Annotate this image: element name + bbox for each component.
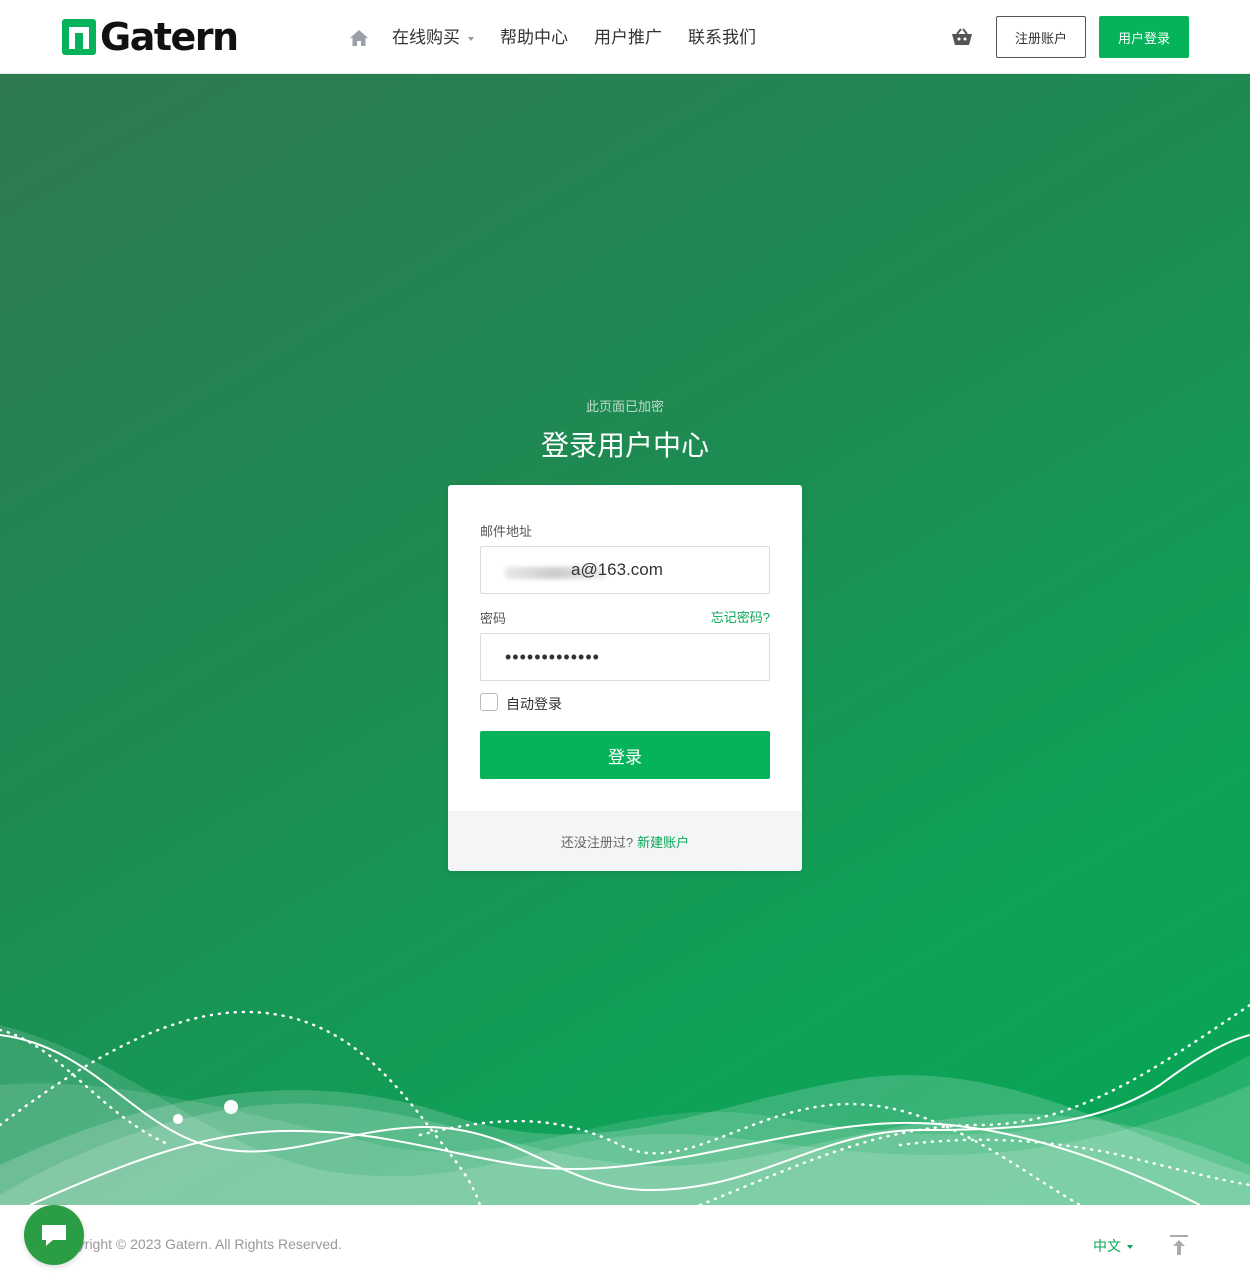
chat-bubble-icon xyxy=(42,1225,66,1246)
create-account-link[interactable]: 新建账户 xyxy=(637,832,689,851)
site-header: Gatern 在线购买 帮助中心 用户推广 联系我们 注册账户 用户登录 xyxy=(0,0,1250,74)
copyright-text: pyright © 2023 Gatern. All Rights Reserv… xyxy=(70,1236,342,1252)
main-nav: 在线购买 帮助中心 用户推广 联系我们 xyxy=(348,24,782,52)
forgot-password-link[interactable]: 忘记密码? xyxy=(711,607,770,626)
hero-section: 此页面已加密 登录用户中心 邮件地址 a@163.com 密码 忘记密码? ••… xyxy=(0,74,1250,1205)
nav-item-contact[interactable]: 联系我们 xyxy=(688,24,756,52)
gatern-logo[interactable]: Gatern xyxy=(62,15,239,59)
register-button[interactable]: 注册账户 xyxy=(996,16,1086,58)
language-label: 中文 xyxy=(1093,1238,1121,1254)
email-field[interactable]: a@163.com xyxy=(480,546,770,594)
email-value: a@163.com xyxy=(571,560,663,579)
site-footer: pyright © 2023 Gatern. All Rights Reserv… xyxy=(0,1205,1250,1284)
home-icon[interactable] xyxy=(348,27,370,49)
nav-item-promotion[interactable]: 用户推广 xyxy=(594,24,662,52)
logo-mark-icon xyxy=(62,19,96,55)
password-label: 密码 xyxy=(480,611,507,626)
nav-item-help[interactable]: 帮助中心 xyxy=(500,24,568,52)
card-footer: 还没注册过? 新建账户 xyxy=(448,811,802,871)
password-field[interactable]: ••••••••••••• xyxy=(480,633,770,681)
nav-item-label: 在线购买 xyxy=(392,28,460,47)
submit-login-button[interactable]: 登录 xyxy=(480,731,770,779)
chevron-down-icon xyxy=(468,37,474,41)
nav-item-buy[interactable]: 在线购买 xyxy=(392,24,474,52)
decorative-waves xyxy=(0,1003,1250,1205)
language-selector[interactable]: 中文 xyxy=(1093,1236,1133,1256)
logo-text: Gatern xyxy=(100,15,239,59)
remember-checkbox[interactable] xyxy=(480,693,498,711)
remember-label[interactable]: 自动登录 xyxy=(506,694,562,714)
cart-icon[interactable] xyxy=(950,27,974,49)
chat-button[interactable] xyxy=(24,1205,84,1265)
chevron-down-icon xyxy=(1127,1245,1133,1249)
login-button[interactable]: 用户登录 xyxy=(1099,16,1189,58)
no-account-text: 还没注册过? xyxy=(560,834,634,850)
hero-title: 登录用户中心 xyxy=(540,430,709,461)
hero-subtitle: 此页面已加密 xyxy=(585,399,664,414)
back-to-top-icon[interactable] xyxy=(1168,1233,1190,1257)
login-card: 邮件地址 a@163.com 密码 忘记密码? ••••••••••••• 自动… xyxy=(448,485,802,871)
email-label: 邮件地址 xyxy=(480,524,533,539)
password-value: ••••••••••••• xyxy=(505,646,600,667)
